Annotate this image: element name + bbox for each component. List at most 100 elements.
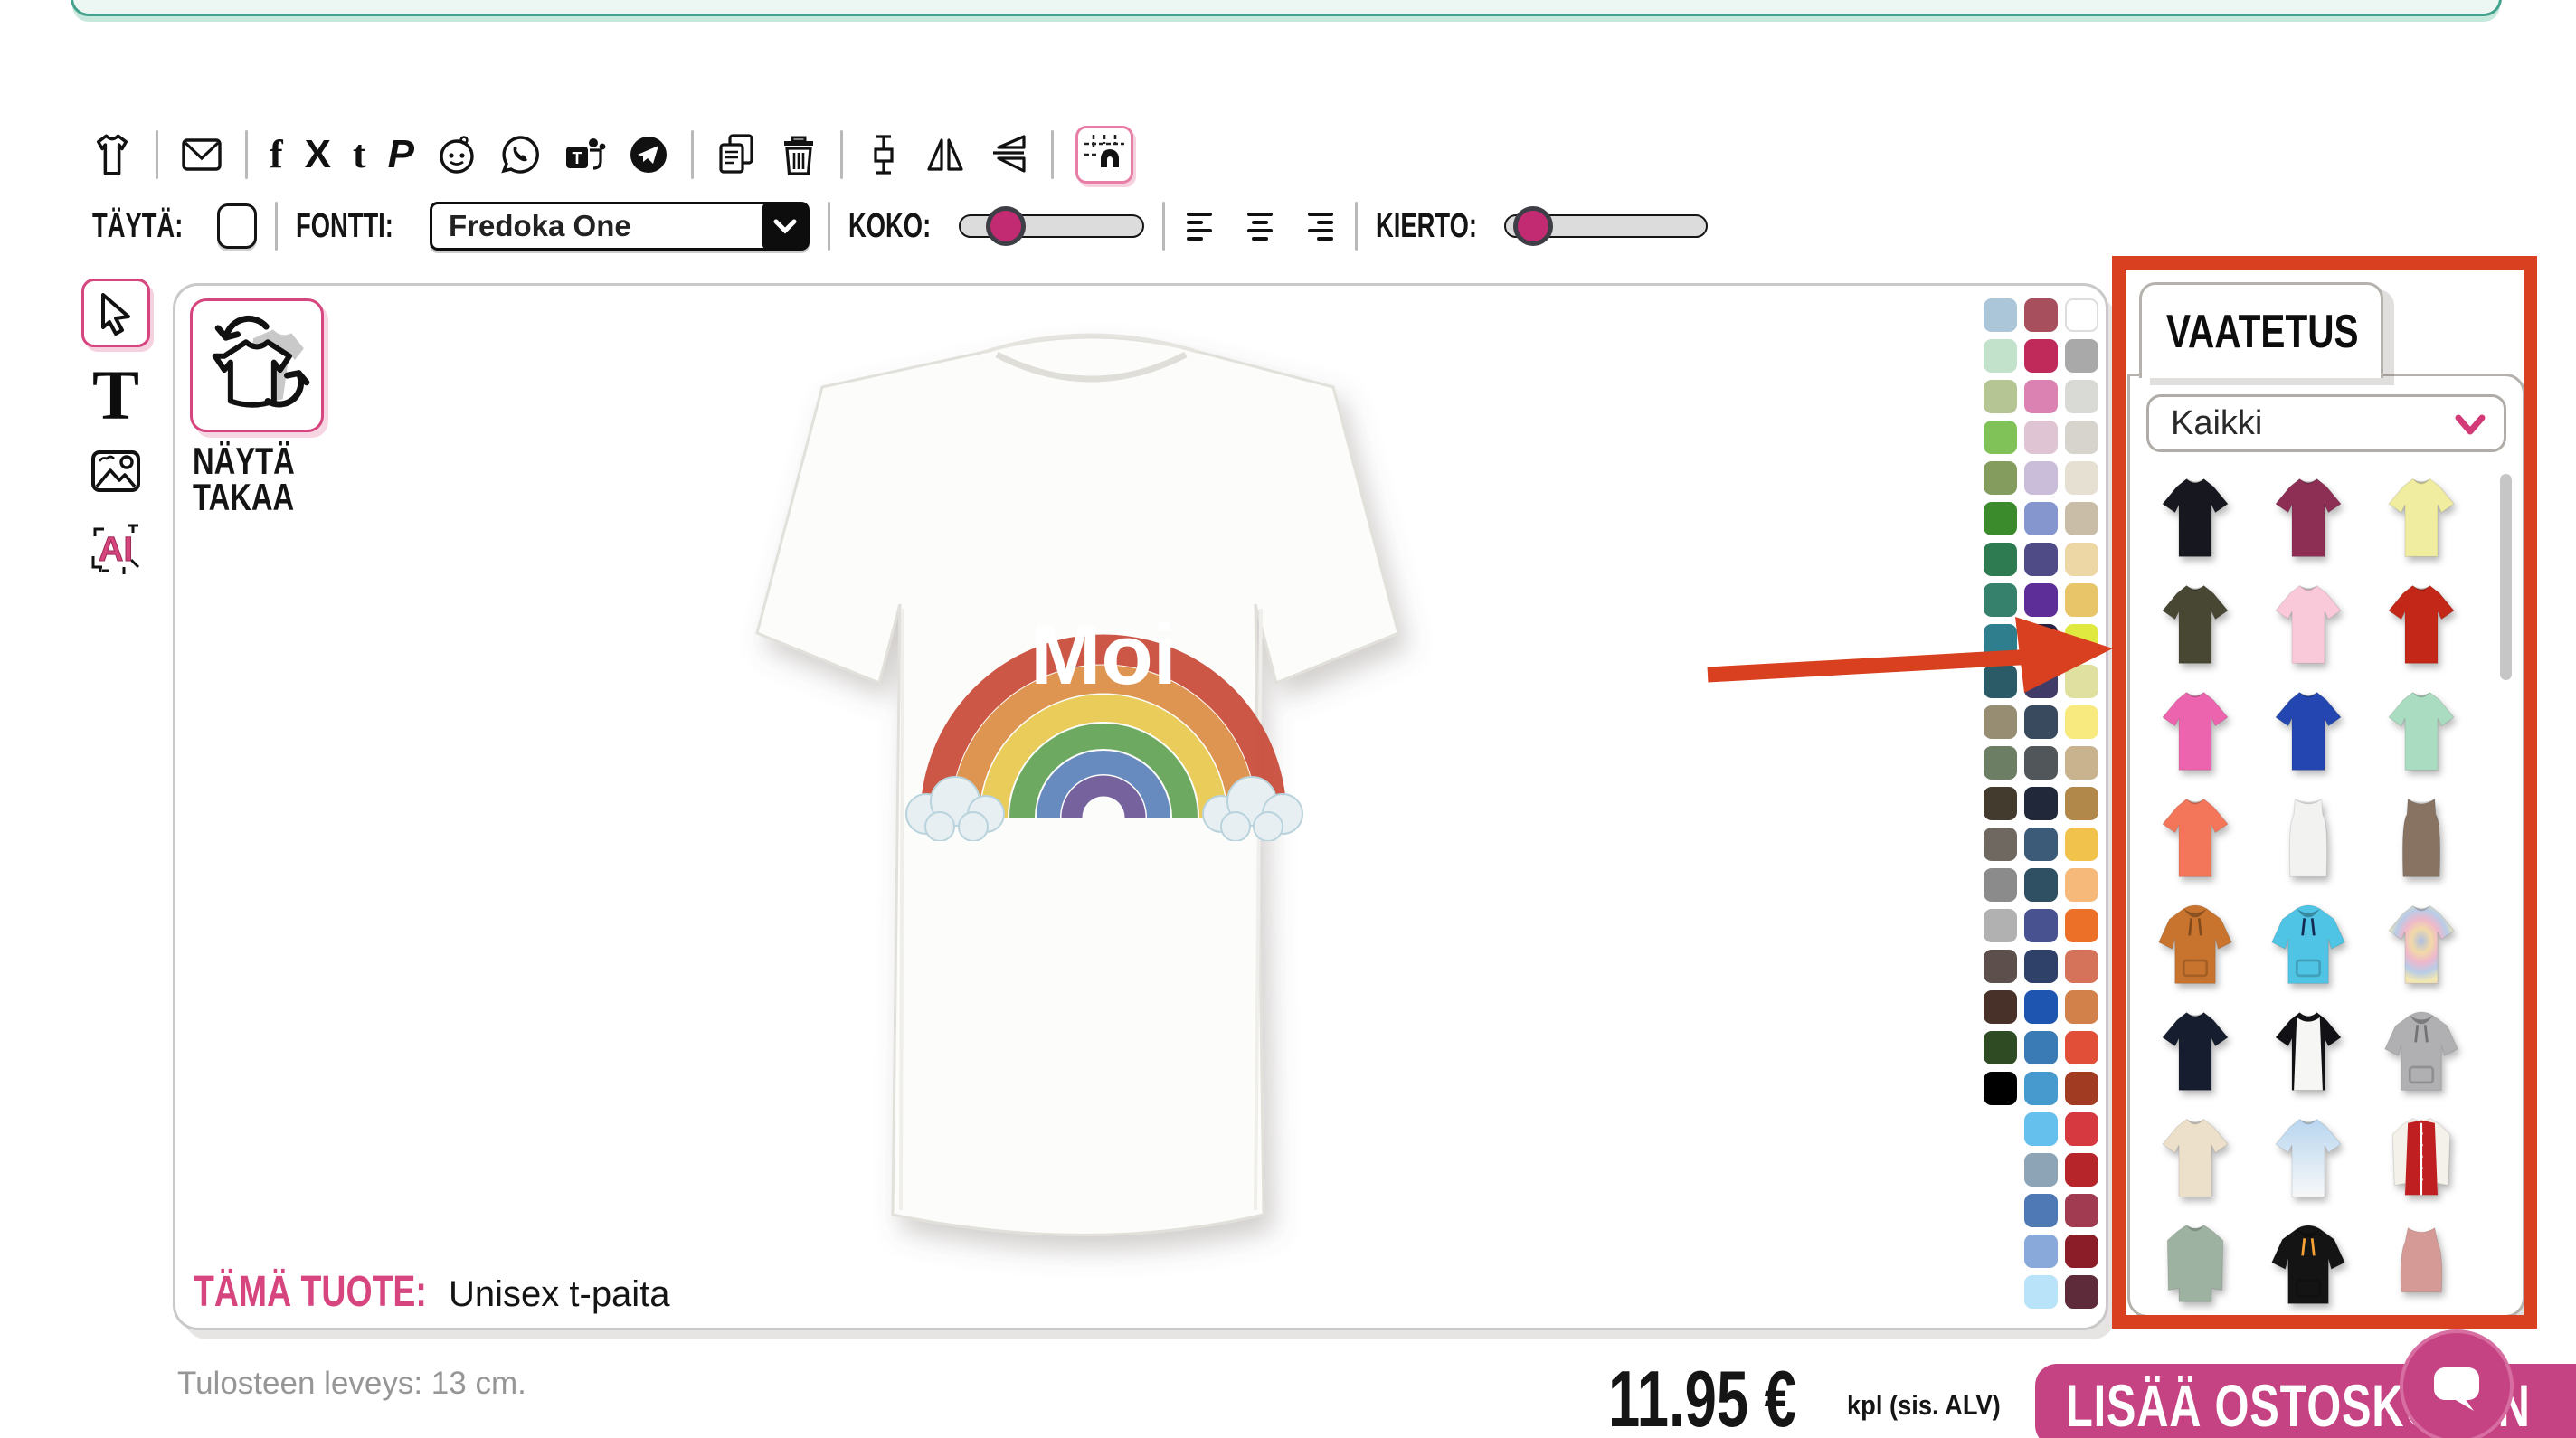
color-swatch[interactable] [1984,543,2017,576]
size-slider[interactable] [959,214,1144,238]
flip-horizontal-icon[interactable] [924,133,966,176]
rotation-slider-knob[interactable] [1513,206,1553,246]
ai-tool-button[interactable]: AI [88,520,144,581]
product-item-tee[interactable] [2145,684,2246,780]
color-swatch[interactable] [1984,380,2017,413]
distribute-vertical-icon[interactable] [865,133,903,176]
color-swatch[interactable] [2065,421,2098,454]
text-tool-button[interactable]: T [92,367,139,423]
color-swatch[interactable] [2065,787,2098,820]
chat-launcher-button[interactable] [2400,1329,2514,1438]
teams-share-icon[interactable]: T [563,134,606,175]
product-item-jacket[interactable] [2371,1111,2472,1206]
color-swatch[interactable] [2024,1031,2058,1064]
color-swatch[interactable] [1984,746,2017,780]
color-swatch[interactable] [2024,1275,2058,1309]
color-swatch[interactable] [2065,705,2098,739]
product-item-hoodie[interactable] [2145,897,2246,993]
color-swatch[interactable] [2024,543,2058,576]
trash-icon[interactable] [779,132,819,177]
color-swatch[interactable] [2065,950,2098,983]
color-swatch[interactable] [2024,502,2058,535]
color-swatch[interactable] [2024,665,2058,698]
color-swatch[interactable] [1984,705,2017,739]
clothing-panel-tab[interactable]: VAATETUS [2139,282,2383,378]
color-swatch[interactable] [1984,421,2017,454]
color-swatch[interactable] [2024,461,2058,495]
color-swatch[interactable] [2024,868,2058,902]
product-item-tee[interactable] [2371,684,2472,780]
color-swatch[interactable] [2024,1153,2058,1187]
color-swatch[interactable] [2065,298,2098,332]
product-item-tee[interactable] [2145,1111,2246,1206]
color-swatch[interactable] [2065,1275,2098,1309]
image-tool-button[interactable] [90,449,141,498]
product-item-tee[interactable] [2258,684,2359,780]
clothing-filter-select[interactable]: Kaikki [2146,394,2506,452]
color-swatch[interactable] [2065,583,2098,617]
color-swatch[interactable] [2065,461,2098,495]
color-swatch[interactable] [2024,421,2058,454]
product-item-tee[interactable] [2145,1004,2246,1100]
color-swatch[interactable] [1984,502,2017,535]
whatsapp-share-icon[interactable] [499,134,541,175]
color-swatch[interactable] [2024,298,2058,332]
product-item-hoodie[interactable] [2371,1004,2472,1100]
color-swatch[interactable] [1984,787,2017,820]
font-select[interactable]: Fredoka One [430,202,810,251]
color-swatch[interactable] [2065,990,2098,1024]
color-swatch[interactable] [1984,1031,2017,1064]
rotation-slider[interactable] [1504,214,1708,238]
product-item-tank[interactable] [2371,790,2472,886]
email-share-icon[interactable] [180,135,223,175]
product-item-ombre[interactable] [2258,1111,2359,1206]
color-swatch[interactable] [2065,746,2098,780]
color-swatch[interactable] [1984,828,2017,861]
color-swatch[interactable] [2024,909,2058,942]
color-swatch[interactable] [1984,624,2017,658]
color-swatch[interactable] [2065,1194,2098,1227]
color-swatch[interactable] [2065,380,2098,413]
product-item-tee[interactable] [2145,577,2246,673]
color-swatch[interactable] [2065,1112,2098,1146]
product-item-tee[interactable] [2145,790,2246,886]
color-swatch[interactable] [1984,1072,2017,1105]
color-swatch[interactable] [2065,624,2098,658]
color-swatch[interactable] [2024,1072,2058,1105]
select-tool-button[interactable] [81,279,150,347]
color-swatch[interactable] [2024,705,2058,739]
color-swatch[interactable] [2065,502,2098,535]
facebook-share-icon[interactable]: f [270,135,283,175]
color-swatch[interactable] [2065,1235,2098,1268]
design-object-rainbow[interactable]: Moi [899,577,1308,841]
color-swatch[interactable] [2065,665,2098,698]
color-swatch[interactable] [2065,1153,2098,1187]
color-swatch[interactable] [2065,1072,2098,1105]
show-back-button[interactable] [190,298,324,432]
color-swatch[interactable] [2024,380,2058,413]
product-item-hoodie[interactable] [2258,897,2359,993]
color-swatch[interactable] [1984,339,2017,373]
reddit-share-icon[interactable] [436,134,478,175]
product-item-tee[interactable] [2258,470,2359,566]
color-swatch[interactable] [2024,746,2058,780]
size-slider-knob[interactable] [986,206,1026,246]
product-tshirt-icon[interactable] [90,131,134,178]
color-swatch[interactable] [2024,339,2058,373]
product-item-hoodie[interactable] [2258,1217,2359,1313]
product-item-tee[interactable] [2258,577,2359,673]
snap-grid-button[interactable] [1075,126,1133,184]
color-swatch[interactable] [2024,1112,2058,1146]
align-left-icon[interactable] [1183,207,1221,245]
color-swatch[interactable] [1984,909,2017,942]
color-swatch[interactable] [1984,950,2017,983]
color-swatch[interactable] [2024,990,2058,1024]
align-right-icon[interactable] [1299,207,1337,245]
color-swatch[interactable] [2024,624,2058,658]
x-share-icon[interactable]: X [305,135,331,175]
product-list-scrollbar[interactable] [2500,474,2512,680]
color-swatch[interactable] [2065,339,2098,373]
color-swatch[interactable] [1984,461,2017,495]
flip-vertical-icon[interactable] [988,133,1029,176]
color-swatch[interactable] [2024,583,2058,617]
